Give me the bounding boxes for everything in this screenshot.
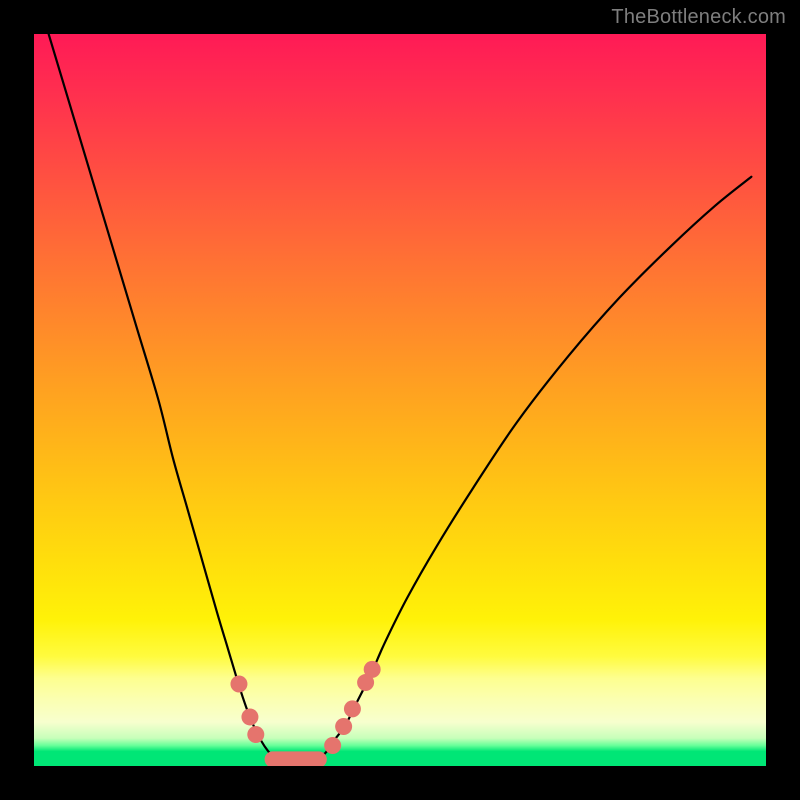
plot-svg xyxy=(34,34,766,766)
curve-right-branch xyxy=(319,177,751,759)
highlight-dot xyxy=(364,661,381,678)
chart-frame: TheBottleneck.com xyxy=(0,0,800,800)
highlight-dot xyxy=(247,726,264,743)
highlight-dots-group xyxy=(230,661,380,754)
highlight-dot xyxy=(335,718,352,735)
plot-area xyxy=(34,34,766,766)
highlight-dot xyxy=(344,700,361,717)
watermark-text: TheBottleneck.com xyxy=(611,6,786,29)
valley-floor-marker xyxy=(265,751,327,766)
highlight-dot xyxy=(230,676,247,693)
curve-left-branch xyxy=(49,34,276,759)
highlight-dot xyxy=(241,708,258,725)
highlight-dot xyxy=(324,737,341,754)
